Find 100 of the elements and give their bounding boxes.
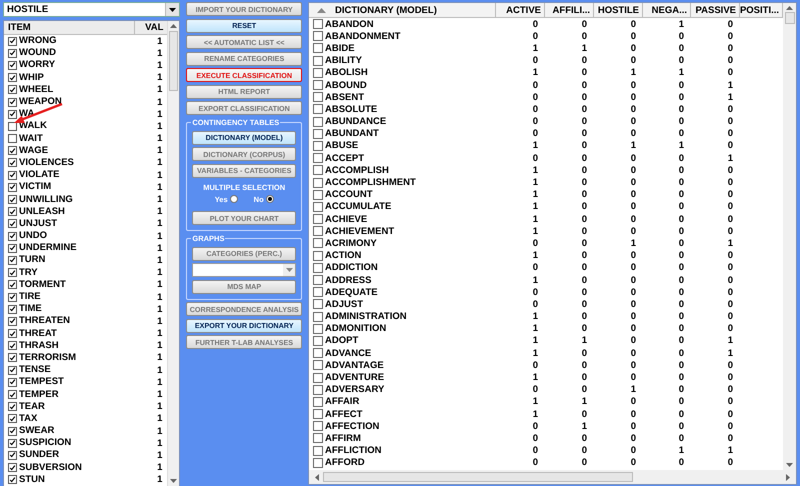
checkbox[interactable] xyxy=(313,19,323,30)
checkbox[interactable] xyxy=(313,312,323,322)
checkbox[interactable] xyxy=(313,80,323,90)
checkbox[interactable] xyxy=(313,202,323,212)
checkbox[interactable] xyxy=(313,214,323,224)
checkbox[interactable] xyxy=(8,98,17,107)
checkbox[interactable] xyxy=(313,446,323,456)
checkbox[interactable] xyxy=(313,250,323,261)
checkbox[interactable] xyxy=(313,421,323,432)
checkbox[interactable] xyxy=(313,360,323,370)
checkbox[interactable] xyxy=(313,178,323,188)
column-header[interactable]: PASSIVE xyxy=(691,3,740,18)
checkbox[interactable] xyxy=(8,122,17,131)
checkbox[interactable] xyxy=(8,280,17,290)
scrollbar[interactable] xyxy=(783,3,796,470)
checkbox[interactable] xyxy=(313,226,323,236)
checkbox[interactable] xyxy=(8,268,17,278)
radio-button[interactable] xyxy=(266,195,274,203)
checkbox[interactable] xyxy=(8,341,17,350)
scroll-thumb[interactable] xyxy=(169,31,178,91)
checkbox[interactable] xyxy=(313,165,323,176)
checkbox[interactable] xyxy=(313,287,323,298)
checkbox[interactable] xyxy=(8,402,17,412)
checkbox[interactable] xyxy=(313,262,323,273)
category-select[interactable]: HOSTILE xyxy=(3,2,180,17)
checkbox[interactable] xyxy=(313,299,323,310)
checkbox[interactable] xyxy=(313,68,323,78)
checkbox[interactable] xyxy=(8,366,17,375)
checkbox[interactable] xyxy=(8,85,17,94)
column-header[interactable]: ACTIVE xyxy=(496,3,545,18)
checkbox[interactable] xyxy=(313,336,323,346)
graph-select[interactable] xyxy=(192,263,296,277)
scrollbar[interactable] xyxy=(167,21,180,486)
checkbox[interactable] xyxy=(313,396,323,407)
checkbox[interactable] xyxy=(8,195,17,204)
horizontal-scrollbar[interactable] xyxy=(309,470,796,484)
column-header[interactable]: DICTIONARY (MODEL) xyxy=(309,3,496,18)
checkbox[interactable] xyxy=(313,31,323,42)
column-header[interactable]: AFFILI... xyxy=(545,3,594,18)
checkbox[interactable] xyxy=(313,92,323,102)
checkbox[interactable] xyxy=(313,409,323,420)
checkbox[interactable] xyxy=(313,56,323,66)
checkbox[interactable] xyxy=(8,219,17,228)
checkbox[interactable] xyxy=(8,292,17,302)
scroll-up-icon[interactable] xyxy=(786,6,793,10)
checkbox[interactable] xyxy=(313,43,323,54)
checkbox[interactable] xyxy=(8,414,17,424)
column-header[interactable]: VAL xyxy=(135,21,168,34)
checkbox[interactable] xyxy=(313,348,323,358)
checkbox[interactable] xyxy=(8,426,17,436)
checkbox[interactable] xyxy=(313,324,323,334)
checkbox[interactable] xyxy=(8,207,17,216)
checkbox[interactable] xyxy=(8,304,17,314)
scroll-down-icon[interactable] xyxy=(170,478,178,483)
checkbox[interactable] xyxy=(8,353,17,362)
checkbox[interactable] xyxy=(8,329,17,338)
checkbox[interactable] xyxy=(313,384,323,395)
checkbox[interactable] xyxy=(313,190,323,200)
checkbox[interactable] xyxy=(313,433,323,444)
column-header[interactable]: HOSTILE xyxy=(594,3,643,18)
checkbox[interactable] xyxy=(313,238,323,248)
item-value: 1 xyxy=(156,157,164,168)
scroll-down-icon[interactable] xyxy=(786,463,793,467)
scroll-up-icon[interactable] xyxy=(170,24,178,28)
checkbox[interactable] xyxy=(8,73,17,82)
checkbox[interactable] xyxy=(8,390,17,400)
column-header[interactable]: NEGA... xyxy=(643,3,691,18)
checkbox[interactable] xyxy=(8,475,17,484)
table-cell-text: 1 xyxy=(630,238,637,249)
radio-button[interactable] xyxy=(230,195,238,203)
checkbox[interactable] xyxy=(8,36,17,46)
checkbox[interactable] xyxy=(8,158,17,168)
checkbox[interactable] xyxy=(8,110,17,119)
checkbox[interactable] xyxy=(8,170,17,180)
checkbox[interactable] xyxy=(8,60,17,70)
checkbox[interactable] xyxy=(8,48,17,58)
column-header[interactable]: ITEM xyxy=(4,21,136,34)
checkbox[interactable] xyxy=(8,378,17,387)
checkbox[interactable] xyxy=(313,128,323,139)
checkbox[interactable] xyxy=(313,116,323,127)
checkbox[interactable] xyxy=(8,182,17,192)
checkbox[interactable] xyxy=(8,438,17,448)
scroll-thumb[interactable] xyxy=(784,12,794,24)
scroll-right-icon[interactable] xyxy=(786,474,790,480)
checkbox[interactable] xyxy=(8,463,17,472)
checkbox[interactable] xyxy=(8,232,17,241)
checkbox[interactable] xyxy=(313,458,323,468)
checkbox[interactable] xyxy=(8,134,17,144)
checkbox[interactable] xyxy=(8,244,17,253)
checkbox[interactable] xyxy=(313,275,323,286)
checkbox[interactable] xyxy=(313,104,323,114)
checkbox[interactable] xyxy=(8,146,17,156)
checkbox[interactable] xyxy=(313,153,323,164)
checkbox[interactable] xyxy=(313,372,323,383)
checkbox[interactable] xyxy=(313,140,323,151)
checkbox[interactable] xyxy=(8,256,17,265)
checkbox[interactable] xyxy=(8,450,17,460)
checkbox[interactable] xyxy=(8,316,17,326)
scroll-left-icon[interactable] xyxy=(315,474,319,480)
table-cell-text: 1 xyxy=(532,201,539,212)
